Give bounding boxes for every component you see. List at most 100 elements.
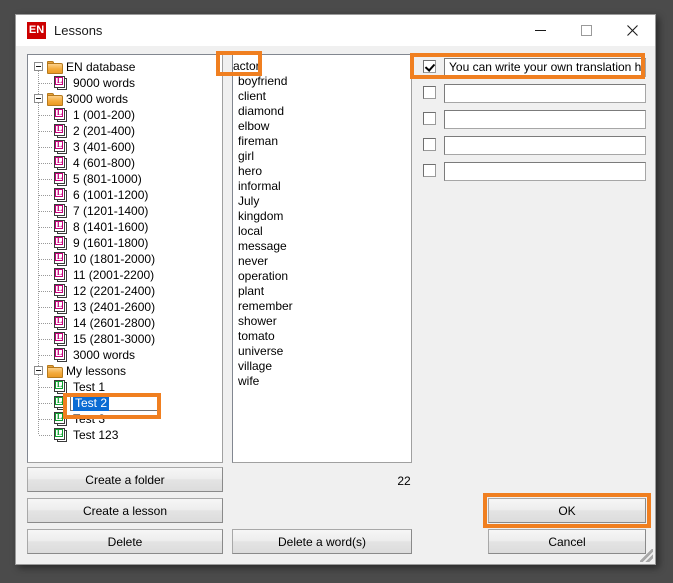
word-list-item[interactable]: village	[233, 359, 411, 374]
tree-node[interactable]: EN database	[28, 59, 222, 75]
tree-node[interactable]: L 7 (1201-1400)	[28, 203, 222, 219]
word-list-item[interactable]: never	[233, 254, 411, 269]
database-document-icon: L	[54, 332, 69, 346]
word-list-item[interactable]: message	[233, 239, 411, 254]
translation-input[interactable]	[444, 84, 646, 103]
tree-node[interactable]: L 3000 words	[28, 347, 222, 363]
tree-node[interactable]: L 13 (2401-2600)	[28, 299, 222, 315]
minimize-icon	[534, 30, 546, 31]
app-logo-icon: EN	[27, 22, 46, 39]
tree-guide-line	[39, 387, 52, 388]
tree-guide-line	[39, 163, 52, 164]
word-list-item[interactable]: wife	[233, 374, 411, 389]
translation-checkbox[interactable]	[423, 60, 436, 73]
delete-words-button[interactable]: Delete a word(s)	[232, 529, 412, 554]
database-document-icon: L	[54, 300, 69, 314]
word-list-item[interactable]: kingdom	[233, 209, 411, 224]
create-folder-button[interactable]: Create a folder	[27, 467, 223, 492]
tree-node[interactable]: 3000 words	[28, 91, 222, 107]
translation-input[interactable]	[444, 136, 646, 155]
tree-node-label: Test 3	[73, 412, 106, 426]
tree-guide-line	[39, 307, 52, 308]
word-list-item[interactable]: remember	[233, 299, 411, 314]
tree-node[interactable]: L 9000 words	[28, 75, 222, 91]
tree-guide-line	[39, 323, 52, 324]
word-list-item[interactable]: informal	[233, 179, 411, 194]
maximize-button[interactable]	[563, 15, 609, 46]
tree-node[interactable]: L Test 3	[28, 411, 222, 427]
database-document-icon: L	[54, 108, 69, 122]
database-document-icon: L	[54, 236, 69, 250]
translation-input[interactable]	[444, 162, 646, 181]
translation-panel: You can write your own translation here	[418, 54, 646, 463]
word-list-item[interactable]: client	[233, 89, 411, 104]
word-list-item[interactable]: local	[233, 224, 411, 239]
tree-collapse-icon[interactable]	[34, 94, 43, 103]
resize-grip[interactable]	[640, 549, 653, 562]
translation-input[interactable]	[444, 110, 646, 129]
create-lesson-button[interactable]: Create a lesson	[27, 498, 223, 523]
word-list-item[interactable]: universe	[233, 344, 411, 359]
word-list-item[interactable]: operation	[233, 269, 411, 284]
word-list-item[interactable]: fireman	[233, 134, 411, 149]
tree-node[interactable]: L 3 (401-600)	[28, 139, 222, 155]
translation-checkbox[interactable]	[423, 112, 436, 125]
minimize-button[interactable]	[517, 15, 563, 46]
word-list-item[interactable]: girl	[233, 149, 411, 164]
word-list-item[interactable]: plant	[233, 284, 411, 299]
tree-node[interactable]: L 10 (1801-2000)	[28, 251, 222, 267]
delete-button[interactable]: Delete	[27, 529, 223, 554]
close-button[interactable]	[609, 15, 655, 46]
tree-node-label: 3000 words	[73, 348, 136, 362]
word-list-item[interactable]: diamond	[233, 104, 411, 119]
tree-node[interactable]: L 6 (1001-1200)	[28, 187, 222, 203]
word-list-item[interactable]: actor	[233, 59, 411, 74]
maximize-icon	[580, 25, 592, 36]
tree-node[interactable]: L 15 (2801-3000)	[28, 331, 222, 347]
translation-row: You can write your own translation here	[418, 58, 646, 78]
cancel-button[interactable]: Cancel	[488, 529, 646, 554]
tree-guide-line	[39, 435, 52, 436]
tree-node[interactable]: L 11 (2001-2200)	[28, 267, 222, 283]
lesson-document-icon: L	[54, 428, 69, 442]
word-list-item-selected: actor	[233, 59, 260, 73]
tree-node[interactable]: L Test 123	[28, 427, 222, 443]
tree-node[interactable]: L 2 (201-400)	[28, 123, 222, 139]
database-document-icon: L	[54, 268, 69, 282]
folder-icon	[47, 365, 63, 378]
database-document-icon: L	[54, 284, 69, 298]
word-list-item[interactable]: shower	[233, 314, 411, 329]
translation-checkbox[interactable]	[423, 86, 436, 99]
translation-checkbox[interactable]	[423, 164, 436, 177]
ok-button[interactable]: OK	[488, 498, 646, 523]
tree-node-label: 9 (1601-1800)	[73, 236, 149, 250]
database-document-icon: L	[54, 316, 69, 330]
tree-node[interactable]: L 9 (1601-1800)	[28, 235, 222, 251]
tree-node[interactable]: L 1 (001-200)	[28, 107, 222, 123]
word-list-item[interactable]: July	[233, 194, 411, 209]
tree-node-label: EN database	[66, 60, 136, 74]
word-list-item[interactable]: boyfriend	[233, 74, 411, 89]
tree-collapse-icon[interactable]	[34, 366, 43, 375]
translation-checkbox[interactable]	[423, 138, 436, 151]
word-list-item[interactable]: elbow	[233, 119, 411, 134]
word-list-item[interactable]: hero	[233, 164, 411, 179]
tree-node[interactable]: L Test 1	[28, 379, 222, 395]
tree-node[interactable]: L 4 (601-800)	[28, 155, 222, 171]
tree-node[interactable]: My lessons	[28, 363, 222, 379]
tree-guide-line	[39, 83, 52, 84]
word-list-item[interactable]: tomato	[233, 329, 411, 344]
tree-node[interactable]: L 5 (801-1000)	[28, 171, 222, 187]
word-list-panel[interactable]: actor boyfriend client diamond elbow fireman g…	[232, 54, 412, 463]
tree-collapse-icon[interactable]	[34, 62, 43, 71]
tree-guide-line	[39, 291, 52, 292]
tree-node[interactable]: L Test 2	[28, 395, 222, 411]
tree-node[interactable]: L 8 (1401-1600)	[28, 219, 222, 235]
translation-input[interactable]: You can write your own translation here	[444, 58, 646, 77]
tree-node-label: 15 (2801-3000)	[73, 332, 156, 346]
tree-guide-line	[39, 275, 52, 276]
lesson-tree-panel[interactable]: EN database L 9000 words 3000 words L 1 (001-…	[27, 54, 223, 463]
tree-node[interactable]: L 14 (2601-2800)	[28, 315, 222, 331]
database-document-icon: L	[54, 172, 69, 186]
tree-node[interactable]: L 12 (2201-2400)	[28, 283, 222, 299]
